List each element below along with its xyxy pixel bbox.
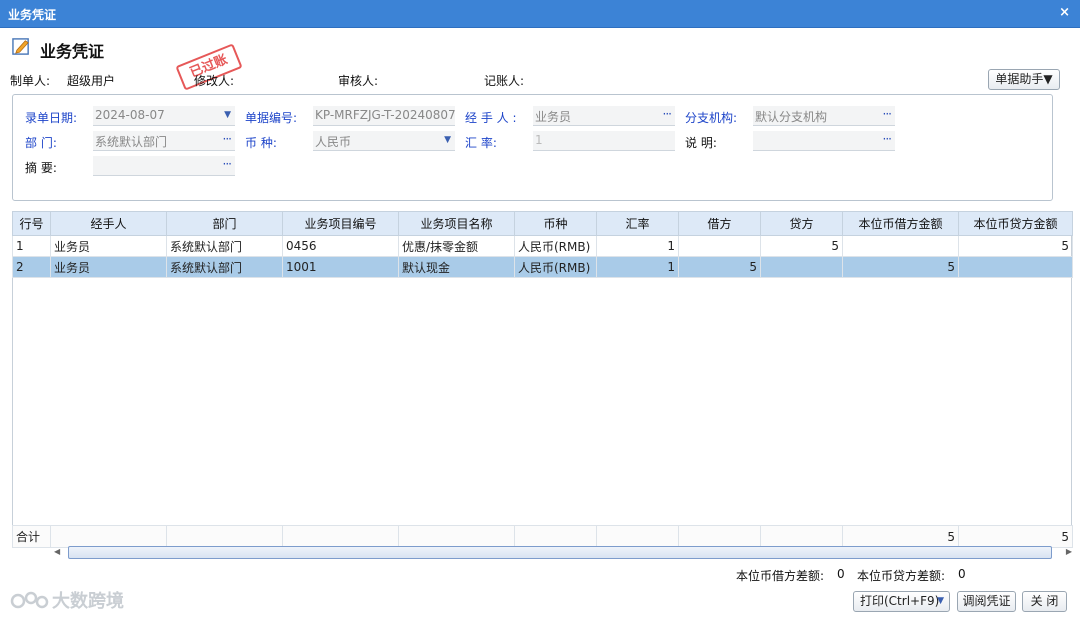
entry-date-label: 录单日期: (25, 111, 78, 125)
cell-rate[interactable]: 1 (596, 235, 679, 257)
column-header[interactable]: 汇率 (596, 211, 679, 236)
column-header[interactable]: 业务项目编号 (282, 211, 399, 236)
column-header[interactable]: 经手人 (50, 211, 167, 236)
branch-field[interactable]: 默认分支机构 ··· (753, 106, 895, 126)
edit-document-icon (12, 38, 29, 55)
table-row[interactable]: 1 业务员 系统默认部门 0456 优惠/抹零金额 人民币(RMB) 1 5 5 (12, 235, 1073, 257)
handler-field[interactable]: 业务员 ··· (533, 106, 675, 126)
voucher-grid: 行号 经手人 部门 业务项目编号 业务项目名称 币种 汇率 借方 贷方 本位币借… (12, 211, 1073, 548)
scroll-right-icon[interactable]: ▶ (1066, 547, 1072, 556)
table-header-row: 行号 经手人 部门 业务项目编号 业务项目名称 币种 汇率 借方 贷方 本位币借… (12, 211, 1073, 236)
auditor-label: 审核人: (338, 74, 379, 88)
close-button[interactable]: 关 闭 (1022, 591, 1067, 612)
scrollbar-thumb[interactable] (68, 546, 1052, 559)
summary-field[interactable]: ··· (93, 156, 235, 176)
cell-credit[interactable]: 5 (760, 235, 843, 257)
creator-label: 制单人: (10, 74, 51, 88)
cell-debit[interactable]: 5 (678, 256, 761, 278)
cell-credit[interactable] (760, 256, 843, 278)
close-icon[interactable]: × (1059, 5, 1070, 20)
rate-field[interactable]: 1 (533, 131, 675, 151)
column-header[interactable]: 币种 (514, 211, 597, 236)
voucher-table: 行号 经手人 部门 业务项目编号 业务项目名称 币种 汇率 借方 贷方 本位币借… (12, 211, 1073, 278)
cell-handler[interactable]: 业务员 (50, 235, 167, 257)
ellipsis-lookup-icon[interactable]: ··· (883, 132, 893, 146)
dept-label: 部 门: (25, 136, 57, 150)
cell-base-credit[interactable]: 5 (958, 235, 1073, 257)
cell-dept[interactable]: 系统默认部门 (166, 256, 283, 278)
cell-handler[interactable]: 业务员 (50, 256, 167, 278)
cell-row-no[interactable]: 2 (12, 256, 51, 278)
dropdown-arrow-icon[interactable]: ▼ (224, 110, 231, 120)
currency-select[interactable]: 人民币 ▼ (313, 131, 455, 151)
watermark: 大数跨境 (10, 587, 124, 613)
credit-diff-label: 本位币贷方差额: (857, 569, 946, 583)
cell-dept[interactable]: 系统默认部门 (166, 235, 283, 257)
creator-value: 超级用户 (67, 74, 116, 88)
cell-currency[interactable]: 人民币(RMB) (514, 235, 597, 257)
doc-no-field[interactable]: KP-MRFZJG-T-20240807-0 (313, 106, 455, 126)
window-title: 业务凭证 (8, 8, 57, 22)
cell-row-no[interactable]: 1 (12, 235, 51, 257)
doc-no-label: 单据编号: (245, 111, 298, 125)
column-header[interactable]: 业务项目名称 (398, 211, 515, 236)
ellipsis-lookup-icon[interactable]: ··· (883, 107, 893, 121)
column-header[interactable]: 贷方 (760, 211, 843, 236)
ellipsis-lookup-icon[interactable]: ··· (663, 107, 673, 121)
table-row-selected[interactable]: 2 业务员 系统默认部门 1001 默认现金 人民币(RMB) 1 5 5 (12, 256, 1073, 278)
recall-voucher-button[interactable]: 调阅凭证 (957, 591, 1016, 612)
modifier-label: 修改人: (194, 74, 235, 88)
cell-rate[interactable]: 1 (596, 256, 679, 278)
dropdown-arrow-icon[interactable]: ▼ (937, 592, 944, 611)
cell-item-code[interactable]: 0456 (282, 235, 399, 257)
currency-label: 币 种: (245, 136, 277, 150)
total-label: 合计 (12, 525, 51, 548)
column-header[interactable]: 本位币借方金额 (842, 211, 959, 236)
dept-field[interactable]: 系统默认部门 ··· (93, 131, 235, 151)
cell-item-name[interactable]: 默认现金 (398, 256, 515, 278)
watermark-logo-icon (10, 591, 49, 609)
cell-base-debit[interactable] (842, 235, 959, 257)
handler-label: 经 手 人 : (465, 111, 517, 125)
cell-base-debit[interactable]: 5 (842, 256, 959, 278)
cell-item-code[interactable]: 1001 (282, 256, 399, 278)
note-field[interactable]: ··· (753, 131, 895, 151)
branch-label: 分支机构: (685, 111, 738, 125)
watermark-text: 大数跨境 (52, 591, 124, 612)
column-header[interactable]: 行号 (12, 211, 51, 236)
column-header[interactable]: 本位币贷方金额 (958, 211, 1073, 236)
doc-helper-button[interactable]: 单据助手▼ (988, 69, 1060, 90)
horizontal-scrollbar[interactable]: ◀ ▶ (54, 545, 1072, 561)
cell-currency[interactable]: 人民币(RMB) (514, 256, 597, 278)
debit-diff-label: 本位币借方差额: (736, 569, 825, 583)
summary-label: 摘 要: (25, 161, 57, 175)
window-titlebar: 业务凭证 × (0, 0, 1080, 28)
entry-date-field[interactable]: 2024-08-07 ▼ (93, 106, 235, 126)
debit-diff-value: 0 (837, 567, 845, 581)
cell-base-credit[interactable] (958, 256, 1073, 278)
bookkeeper-label: 记账人: (484, 74, 525, 88)
dropdown-arrow-icon[interactable]: ▼ (444, 135, 451, 145)
cell-item-name[interactable]: 优惠/抹零金额 (398, 235, 515, 257)
column-header[interactable]: 部门 (166, 211, 283, 236)
note-label: 说 明: (685, 136, 717, 150)
ellipsis-lookup-icon[interactable]: ··· (223, 132, 233, 146)
column-header[interactable]: 借方 (678, 211, 761, 236)
cell-debit[interactable] (678, 235, 761, 257)
rate-label: 汇 率: (465, 136, 497, 150)
credit-diff-value: 0 (958, 567, 966, 581)
ellipsis-lookup-icon[interactable]: ··· (223, 157, 233, 171)
page-title: 业务凭证 (40, 42, 105, 61)
print-button[interactable]: 打印(Ctrl+F9) ▼ (853, 591, 950, 612)
scroll-left-icon[interactable]: ◀ (54, 547, 60, 556)
